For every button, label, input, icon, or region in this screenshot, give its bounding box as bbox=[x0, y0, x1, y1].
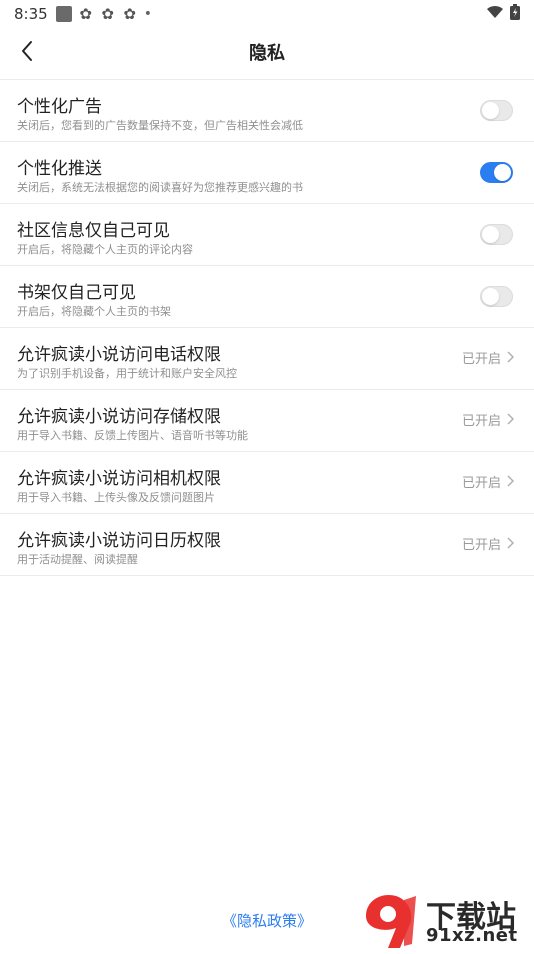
notification-icon bbox=[55, 6, 72, 22]
setting-description: 关闭后，系统无法根据您的阅读喜好为您推荐更感兴趣的书 bbox=[17, 181, 303, 194]
wifi-icon bbox=[486, 5, 504, 23]
setting-label: 允许疯读小说访问电话权限 bbox=[17, 345, 221, 365]
toggle-knob bbox=[482, 288, 499, 305]
setting-camera-permission[interactable]: 允许疯读小说访问相机权限 用于导入书籍、上传头像及反馈问题图片 已开启 bbox=[0, 452, 534, 514]
setting-label: 书架仅自己可见 bbox=[17, 283, 136, 303]
setting-phone-permission[interactable]: 允许疯读小说访问电话权限 为了识别手机设备，用于统计和账户安全风控 已开启 bbox=[0, 328, 534, 390]
toggle-knob bbox=[494, 164, 511, 181]
setting-personalized-ads: 个性化广告 关闭后，您看到的广告数量保持不变，但广告相关性会减低 bbox=[0, 80, 534, 142]
community-private-toggle[interactable] bbox=[480, 224, 513, 245]
setting-label: 社区信息仅自己可见 bbox=[17, 221, 170, 241]
setting-label: 允许疯读小说访问相机权限 bbox=[17, 469, 221, 489]
chevron-right-icon bbox=[507, 472, 515, 491]
setting-description: 开启后，将隐藏个人主页的书架 bbox=[17, 305, 171, 318]
app-notification-icon: ✿ bbox=[79, 5, 92, 23]
setting-description: 开启后，将隐藏个人主页的评论内容 bbox=[17, 243, 193, 256]
setting-calendar-permission[interactable]: 允许疯读小说访问日历权限 用于活动提醒、阅读提醒 已开启 bbox=[0, 514, 534, 576]
setting-description: 用于导入书籍、反馈上传图片、语音听书等功能 bbox=[17, 429, 248, 442]
watermark: 下载站 91xz.net bbox=[360, 890, 532, 950]
permission-status-text: 已开启 bbox=[461, 352, 501, 367]
more-notifications-icon: • bbox=[143, 6, 152, 22]
setting-community-private: 社区信息仅自己可见 开启后，将隐藏个人主页的评论内容 bbox=[0, 204, 534, 266]
battery-icon bbox=[510, 4, 520, 24]
setting-label: 个性化广告 bbox=[17, 97, 102, 117]
setting-label: 个性化推送 bbox=[17, 159, 102, 179]
watermark-logo-icon bbox=[360, 890, 420, 950]
page-title: 隐私 bbox=[249, 43, 285, 64]
top-bar: 隐私 bbox=[0, 28, 534, 80]
permission-status-text: 已开启 bbox=[461, 538, 501, 553]
setting-label: 允许疯读小说访问存储权限 bbox=[17, 407, 221, 427]
permission-status-text: 已开启 bbox=[461, 414, 501, 429]
chevron-right-icon bbox=[507, 348, 515, 367]
toggle-knob bbox=[482, 102, 499, 119]
chevron-right-icon bbox=[507, 410, 515, 429]
setting-description: 用于导入书籍、上传头像及反馈问题图片 bbox=[17, 491, 215, 504]
setting-description: 为了识别手机设备，用于统计和账户安全风控 bbox=[17, 367, 237, 380]
status-bar: 8:35 ✿ ✿ ✿ • bbox=[0, 0, 534, 28]
toggle-knob bbox=[482, 226, 499, 243]
setting-personalized-push: 个性化推送 关闭后，系统无法根据您的阅读喜好为您推荐更感兴趣的书 bbox=[0, 142, 534, 204]
camera-permission-status[interactable]: 已开启 bbox=[461, 472, 515, 491]
storage-permission-status[interactable]: 已开启 bbox=[461, 410, 515, 429]
settings-list: 个性化广告 关闭后，您看到的广告数量保持不变，但广告相关性会减低 个性化推送 关… bbox=[0, 80, 534, 576]
phone-permission-status[interactable]: 已开启 bbox=[461, 348, 515, 367]
status-time: 8:35 bbox=[14, 5, 48, 23]
personalized-ads-toggle[interactable] bbox=[480, 100, 513, 121]
bookshelf-private-toggle[interactable] bbox=[480, 286, 513, 307]
setting-description: 用于活动提醒、阅读提醒 bbox=[17, 553, 138, 566]
setting-bookshelf-private: 书架仅自己可见 开启后，将隐藏个人主页的书架 bbox=[0, 266, 534, 328]
chevron-right-icon bbox=[507, 534, 515, 553]
setting-description: 关闭后，您看到的广告数量保持不变，但广告相关性会减低 bbox=[17, 119, 303, 132]
personalized-push-toggle[interactable] bbox=[480, 162, 513, 183]
app-notification-icon: ✿ bbox=[101, 5, 114, 23]
watermark-url: 91xz.net bbox=[426, 925, 518, 946]
setting-label: 允许疯读小说访问日历权限 bbox=[17, 531, 221, 551]
app-notification-icon: ✿ bbox=[123, 5, 136, 23]
calendar-permission-status[interactable]: 已开启 bbox=[461, 534, 515, 553]
setting-storage-permission[interactable]: 允许疯读小说访问存储权限 用于导入书籍、反馈上传图片、语音听书等功能 已开启 bbox=[0, 390, 534, 452]
permission-status-text: 已开启 bbox=[461, 476, 501, 491]
